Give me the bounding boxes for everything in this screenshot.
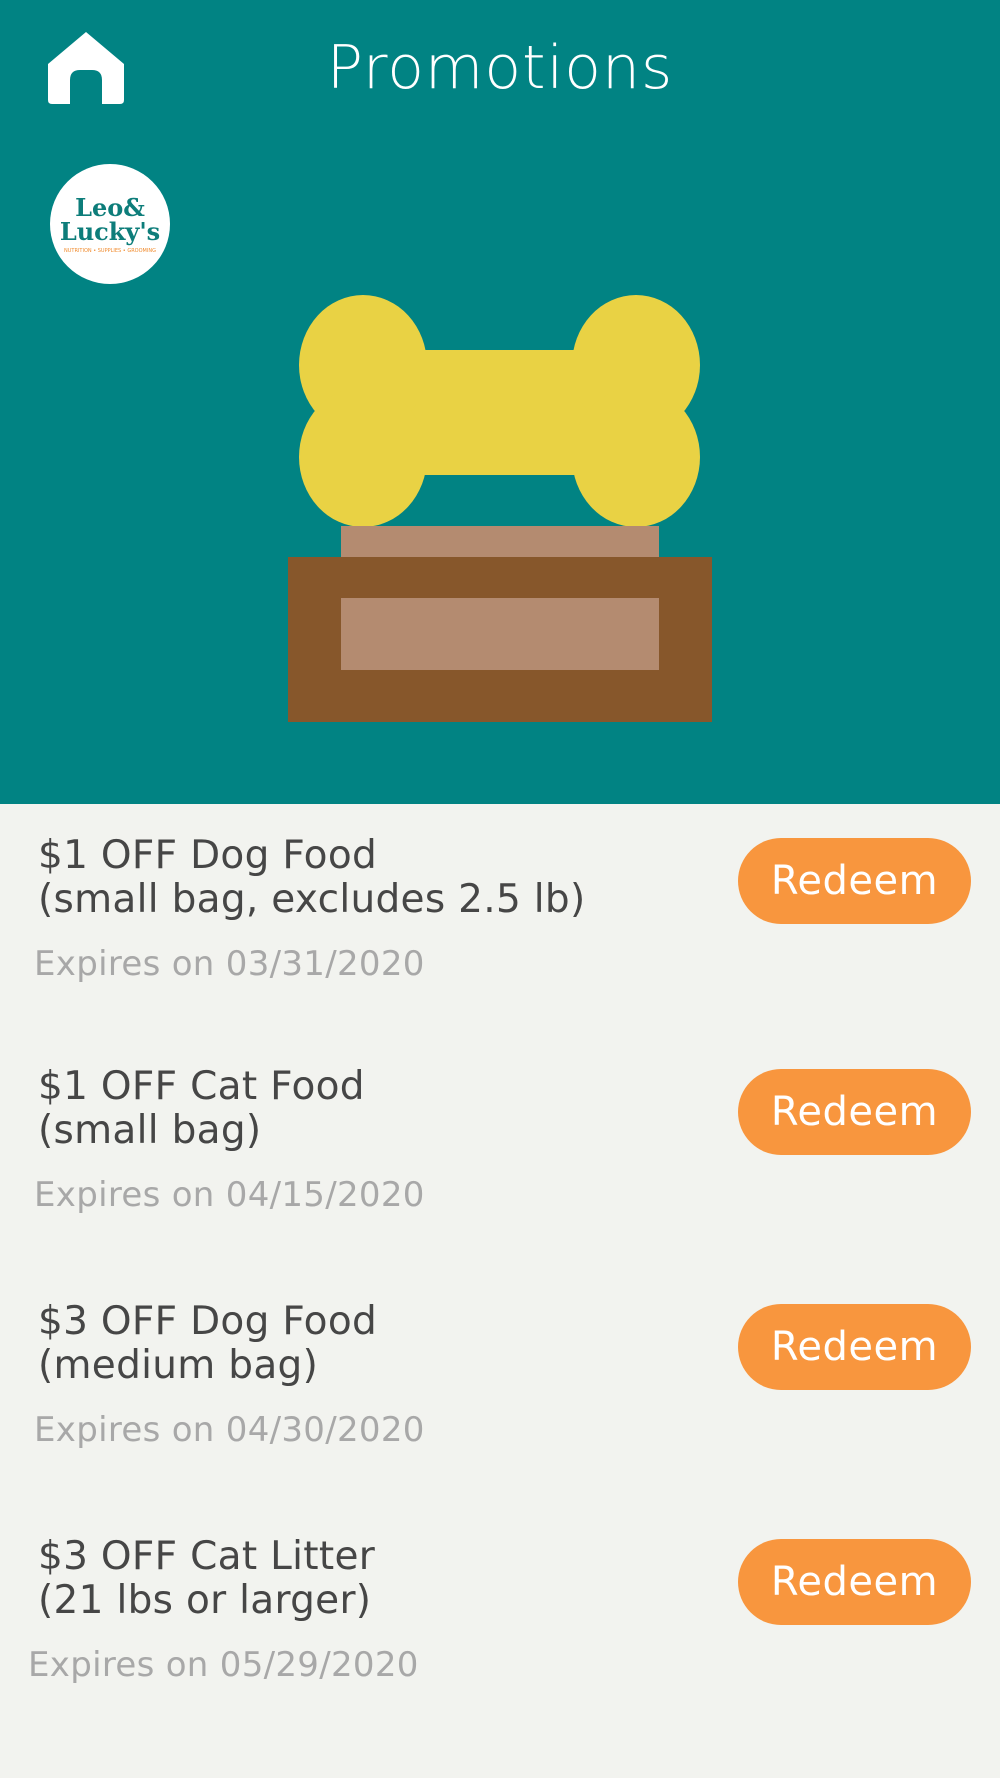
promotion-title: $1 OFF Cat Food (small bag)	[38, 1064, 365, 1153]
svg-text:Lucky's: Lucky's	[60, 217, 160, 246]
promotion-expiry: Expires on 04/15/2020	[34, 1175, 425, 1215]
promotion-expiry: Expires on 03/31/2020	[34, 944, 425, 984]
bone-on-pedestal-icon	[288, 295, 712, 722]
redeem-button[interactable]: Redeem	[738, 1539, 971, 1625]
promotion-expiry: Expires on 04/30/2020	[34, 1410, 425, 1450]
redeem-button[interactable]: Redeem	[738, 838, 971, 924]
promotion-title: $3 OFF Dog Food (medium bag)	[38, 1299, 378, 1388]
redeem-button[interactable]: Redeem	[738, 1304, 971, 1390]
promotion-item: $1 OFF Dog Food (small bag, excludes 2.5…	[0, 804, 1000, 1004]
promotion-expiry: Expires on 05/29/2020	[28, 1645, 419, 1685]
svg-text:NUTRITION • SUPPLIES • GROOMIN: NUTRITION • SUPPLIES • GROOMING	[64, 248, 156, 254]
store-logo: Leo& Lucky's NUTRITION • SUPPLIES • GROO…	[50, 164, 170, 284]
promotion-title: $1 OFF Dog Food (small bag, excludes 2.5…	[38, 833, 586, 922]
promotions-header: Promotions Leo& Lucky's NUTRITION • SUPP…	[0, 0, 1000, 804]
promotion-title: $3 OFF Cat Litter (21 lbs or larger)	[38, 1534, 376, 1623]
redeem-button[interactable]: Redeem	[738, 1069, 971, 1155]
promotion-item: $3 OFF Dog Food (medium bag) Expires on …	[0, 1270, 1000, 1470]
page-title: Promotions	[326, 33, 674, 103]
promotion-item: $1 OFF Cat Food (small bag) Expires on 0…	[0, 1035, 1000, 1235]
promotion-item: $3 OFF Cat Litter (21 lbs or larger) Exp…	[0, 1505, 1000, 1705]
